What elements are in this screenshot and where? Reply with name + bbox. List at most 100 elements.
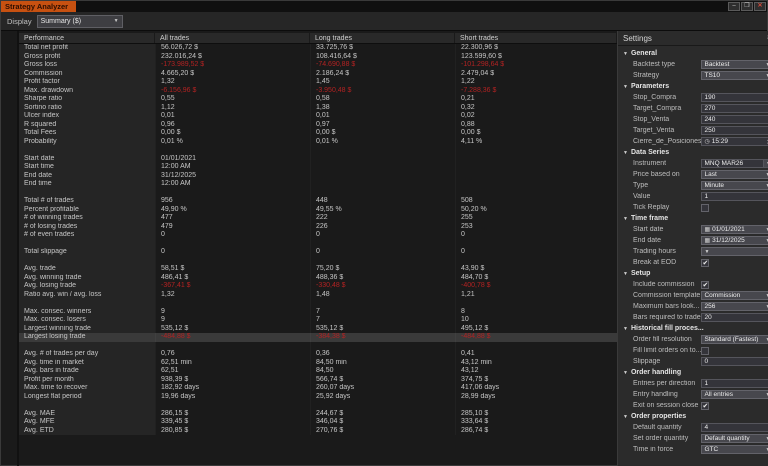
grid-gap-row <box>19 401 617 410</box>
set-order-quantity-dropdown[interactable]: Default quantity▼ <box>701 434 768 443</box>
entry-handling-dropdown[interactable]: All entries▼ <box>701 390 768 399</box>
grid-row[interactable]: Largest losing trade-484,88 $-384,38 $-4… <box>19 333 617 342</box>
stop-venta-input[interactable]: 240 <box>701 115 768 124</box>
grid-row[interactable]: Avg. ETD280,85 $270,76 $286,74 $ <box>19 427 617 436</box>
column-header-all-trades[interactable]: All trades <box>155 33 310 43</box>
grid-row[interactable]: Total Fees0,00 $0,00 $0,00 $ <box>19 129 617 138</box>
grid-row[interactable]: Avg. losing trade-367,41 $-330,48 $-400,… <box>19 282 617 291</box>
grid-row[interactable]: Profit per month938,39 $566,74 $374,75 $ <box>19 376 617 385</box>
grid-row[interactable]: Ratio avg. win / avg. loss1,321,481,21 <box>19 291 617 300</box>
fill-limit-orders-on-to-checkbox[interactable] <box>701 347 709 355</box>
setting-label: Value <box>633 193 701 200</box>
exit-on-session-close-checkbox[interactable]: ✔ <box>701 402 709 410</box>
section-general[interactable]: ▼General <box>622 48 768 59</box>
stop-compra-input[interactable]: 190 <box>701 93 768 102</box>
cierre-de-posiciones-time-picker[interactable]: ◷15:29▲▼ <box>701 137 768 146</box>
combo-dropdown-button[interactable]: ▼ <box>763 160 768 167</box>
column-header-long-trades[interactable]: Long trades <box>310 33 455 43</box>
instrument-combo[interactable]: MNQ MAR26▼ <box>701 159 768 168</box>
window-title-tab[interactable]: Strategy Analyzer <box>1 1 76 12</box>
grid-row[interactable]: Total net profit56.026,72 $33.725,76 $22… <box>19 44 617 53</box>
order-fill-resolution-dropdown[interactable]: Standard (Fastest)▼ <box>701 335 768 344</box>
close-button[interactable]: ✕ <box>754 2 766 11</box>
default-quantity-input[interactable]: 4 <box>701 423 768 432</box>
tick-replay-checkbox[interactable] <box>701 204 709 212</box>
maximum-bars-look-dropdown[interactable]: 256▼ <box>701 302 768 311</box>
calendar-icon: ▦ <box>704 237 710 244</box>
time-in-force-dropdown[interactable]: GTC▼ <box>701 445 768 454</box>
grid-row[interactable]: Max. consec. losers9710 <box>19 316 617 325</box>
break-at-eod-checkbox[interactable]: ✔ <box>701 259 709 267</box>
end-date-date-picker[interactable]: ▦31/12/2025▼ <box>701 236 768 245</box>
row-value: 9 <box>155 316 310 325</box>
grid-row[interactable]: Sharpe ratio0,550,580,21 <box>19 95 617 104</box>
column-header-performance[interactable]: Performance <box>19 33 155 43</box>
grid-row[interactable]: Total slippage000 <box>19 248 617 257</box>
price-based-on-dropdown[interactable]: Last▼ <box>701 170 768 179</box>
section-order-handling[interactable]: ▼Order handling <box>622 367 768 378</box>
maximize-button[interactable]: ❐ <box>741 2 753 11</box>
grid-row[interactable]: Probability0,01 %0,01 %4,11 % <box>19 138 617 147</box>
grid-row[interactable]: Start time12:00 AM <box>19 163 617 172</box>
grid-row[interactable]: # of winning trades477222255 <box>19 214 617 223</box>
grid-row[interactable]: Gross loss-173.989,52 $-74.690,88 $-101.… <box>19 61 617 70</box>
row-value <box>155 146 310 155</box>
entries-per-direction-input[interactable]: 1 <box>701 379 768 388</box>
section-parameters[interactable]: ▼Parameters <box>622 81 768 92</box>
grid-row[interactable]: Ulcer index0,010,010,02 <box>19 112 617 121</box>
grid-row[interactable]: Percent profitable49,90 %49,55 %50,20 % <box>19 206 617 215</box>
grid-row[interactable]: Avg. time in market62,51 min84,50 min43,… <box>19 359 617 368</box>
display-dropdown[interactable]: Summary ($) ▼ <box>37 15 123 28</box>
commission-template-dropdown[interactable]: Commission▼ <box>701 291 768 300</box>
section-order-properties[interactable]: ▼Order properties <box>622 411 768 422</box>
minimize-button[interactable]: – <box>728 2 740 11</box>
value-input[interactable]: 1 <box>701 192 768 201</box>
grid-row[interactable]: Commission4.665,20 $2.186,24 $2.479,04 $ <box>19 70 617 79</box>
grid-row[interactable]: End date31/12/2025 <box>19 172 617 181</box>
grid-row[interactable]: Avg. winning trade486,41 $488,36 $484,70… <box>19 274 617 283</box>
input-value: 240 <box>704 116 715 123</box>
grid-row[interactable]: Total # of trades956448508 <box>19 197 617 206</box>
grid-row[interactable]: Avg. trade58,51 $75,20 $43,90 $ <box>19 265 617 274</box>
grid-row[interactable]: Sortino ratio1,121,380,32 <box>19 104 617 113</box>
strategy-dropdown[interactable]: TS10▼ <box>701 71 768 80</box>
row-value <box>155 299 310 308</box>
include-commission-checkbox[interactable]: ✔ <box>701 281 709 289</box>
grid-row[interactable]: Profit factor1,321,451,22 <box>19 78 617 87</box>
section-data-series[interactable]: ▼Data Series <box>622 147 768 158</box>
grid-row[interactable]: Max. drawdown-6.156,96 $-3.950,48 $-7.28… <box>19 87 617 96</box>
row-value: 2.186,24 $ <box>310 70 455 79</box>
slippage-input[interactable]: 0 <box>701 357 768 366</box>
grid-row[interactable]: # of losing trades479226253 <box>19 223 617 232</box>
type-dropdown[interactable]: Minute▼ <box>701 181 768 190</box>
grid-row[interactable]: # of even trades000 <box>19 231 617 240</box>
setting-commission-template: Commission templateCommission▼ <box>622 290 768 301</box>
start-date-date-picker[interactable]: ▦01/01/2021▼ <box>701 225 768 234</box>
backtest-type-dropdown[interactable]: Backtest▼ <box>701 60 768 69</box>
row-value: 49,55 % <box>310 206 455 215</box>
grid-row[interactable]: Avg. # of trades per day0,760,360,41 <box>19 350 617 359</box>
grid-row[interactable]: Avg. MFE339,45 $346,04 $333,64 $ <box>19 418 617 427</box>
grid-row[interactable]: Avg. bars in trade62,5184,5043,12 <box>19 367 617 376</box>
section-historical-fill-proces[interactable]: ▼Historical fill proces... <box>622 323 768 334</box>
section-setup[interactable]: ▼Setup <box>622 268 768 279</box>
grid-row[interactable]: Start date01/01/2021 <box>19 155 617 164</box>
row-label <box>19 240 155 249</box>
trading-hours-dropdown[interactable]: ▼ <box>701 247 768 256</box>
target-venta-input[interactable]: 250 <box>701 126 768 135</box>
grid-row[interactable]: Longest flat period19,96 days25,92 days2… <box>19 393 617 402</box>
target-compra-input[interactable]: 270 <box>701 104 768 113</box>
row-value: 270,76 $ <box>310 427 455 436</box>
grid-row[interactable]: Gross profit232.016,24 $108.416,64 $123.… <box>19 53 617 62</box>
grid-row[interactable]: Max. consec. winners978 <box>19 308 617 317</box>
grid-row[interactable]: End time12:00 AM <box>19 180 617 189</box>
bars-required-to-trade-input[interactable]: 20 <box>701 313 768 322</box>
setting-set-order-quantity: Set order quantityDefault quantity▼ <box>622 433 768 444</box>
section-title: Setup <box>631 270 650 277</box>
section-time-frame[interactable]: ▼Time frame <box>622 213 768 224</box>
grid-row[interactable]: Largest winning trade535,12 $535,12 $495… <box>19 325 617 334</box>
grid-row[interactable]: Avg. MAE286,15 $244,67 $285,10 $ <box>19 410 617 419</box>
grid-row[interactable]: Max. time to recover182,92 days260,07 da… <box>19 384 617 393</box>
grid-row[interactable]: R squared0,960,970,88 <box>19 121 617 130</box>
column-header-short-trades[interactable]: Short trades <box>455 33 617 43</box>
